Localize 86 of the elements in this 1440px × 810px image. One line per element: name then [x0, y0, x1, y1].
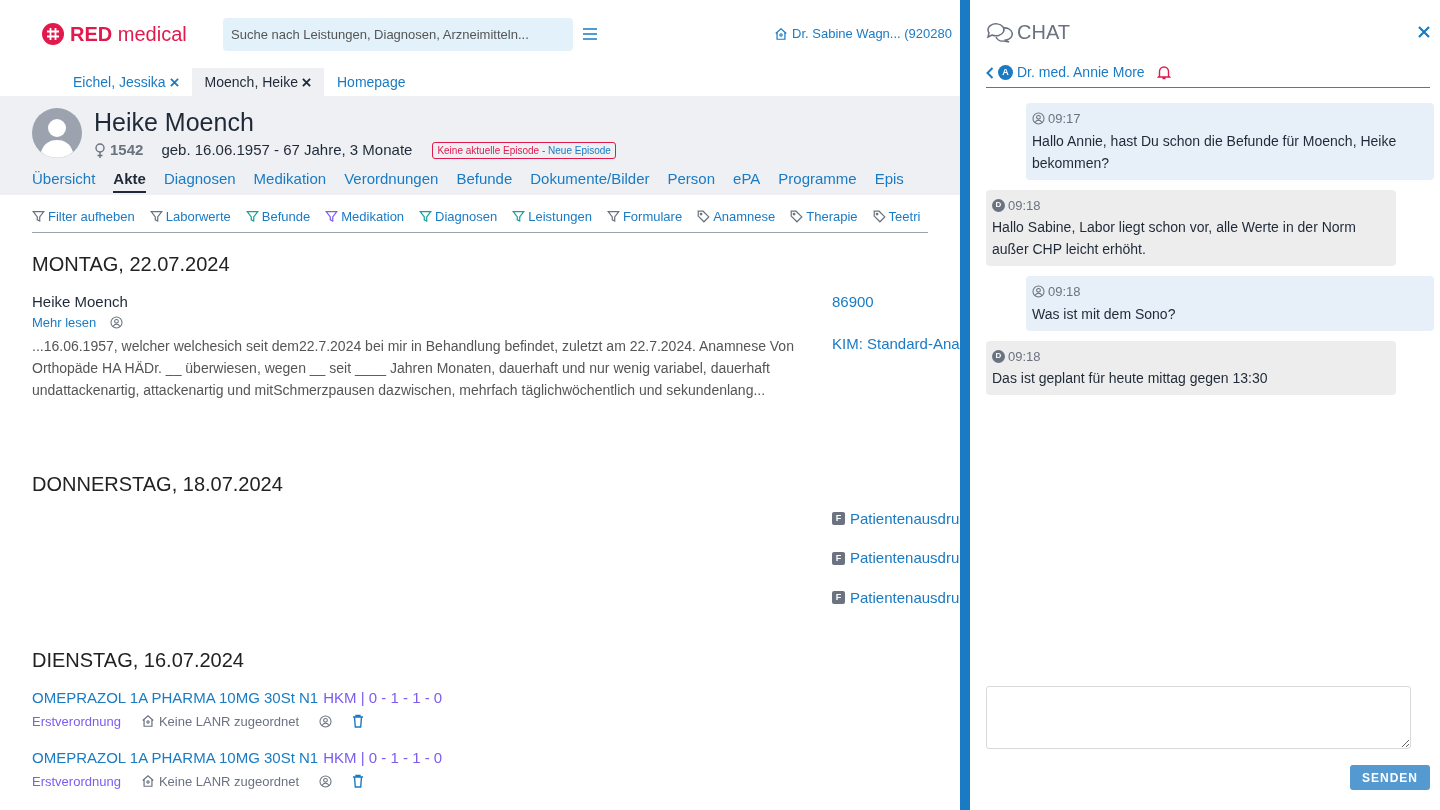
dosage-text: HKM | 0 - 1 - 1 - 0 [323, 748, 443, 768]
user-icon [110, 316, 124, 330]
filter-link[interactable]: Befunde [261, 207, 311, 227]
nav-tab[interactable]: Epis [874, 167, 904, 193]
message-time: 09:17 [1048, 110, 1081, 128]
contact-avatar: A [998, 65, 1013, 80]
lanr-text: Keine LANR zugeordnet [158, 772, 300, 791]
filter-link[interactable]: Laborwerte [165, 207, 231, 227]
nav-tab[interactable]: Person [667, 167, 716, 193]
menu-icon[interactable] [583, 28, 597, 40]
trash-icon[interactable] [352, 714, 365, 729]
patient-tab[interactable]: Eichel, Jessika [60, 68, 192, 96]
prescription-type: Erstverordnung [32, 712, 121, 731]
logo-text: RED medical [70, 22, 187, 47]
nav-tab[interactable]: Dokumente/Bilder [530, 167, 650, 193]
chat-icon [986, 21, 1013, 43]
read-more-link[interactable]: Mehr lesen [32, 313, 97, 333]
nav-tab[interactable]: Verordnungen [344, 167, 439, 193]
medication-link[interactable]: OMEPRAZOL 1A PHARMA 10MG 30St N1 [32, 687, 319, 710]
dosage-text: HKM | 0 - 1 - 1 - 0 [323, 688, 443, 708]
episode-badge[interactable]: Keine aktuelle Episode - Neue Episode [432, 141, 616, 159]
avatar-icon [32, 108, 82, 158]
message-text: Was ist mit dem Sono? [1032, 304, 1177, 324]
filter-link[interactable]: Teetri [888, 207, 921, 227]
patient-number: 1542 [110, 140, 144, 160]
day-heading: MONTAG, 22.07.2024 [32, 251, 231, 277]
contact-name[interactable]: Dr. med. Annie More [1017, 62, 1145, 83]
form-link[interactable]: Patientenausdru [850, 586, 960, 609]
message-text: Hallo Sabine, Labor liegt schon vor, alle Werte in der Norm außer CHP leicht erhöht. [992, 218, 1357, 259]
entry-text: ...16.06.1957, welcher welchesich seit dem22.7.2024 bei mir in Behandlung befindet, zuletzt am 22.7.2024. Anamnese Von Orthopäde HA HÄDr. __ überwiesen, wegen __ seit ____ Jahren Monaten, dauerhaft und nur wenig variabel, dauerhaft undattackenartig, attackenartig und mitSchmerzpausen dazwischen, mehrfach täglichwöchentlich und sekundenlang... [32, 336, 795, 400]
sender-avatar: D [992, 198, 1005, 212]
filter-link[interactable]: Anamnese [713, 207, 776, 227]
nav-tab[interactable]: Befunde [456, 167, 513, 193]
nav-tab[interactable]: Programme [778, 167, 857, 193]
prescription-type: Erstverordnung [32, 772, 121, 791]
nav-tab[interactable]: Übersicht [32, 167, 96, 193]
house-icon [140, 774, 155, 789]
sender-avatar: D [992, 349, 1005, 363]
user-icon [319, 714, 333, 728]
close-icon[interactable] [302, 77, 311, 87]
message-text: Hallo Annie, hast Du schon die Befunde für Moench, Heike bekommen? [1032, 131, 1398, 173]
user-icon [1032, 285, 1045, 299]
form-badge: F [832, 512, 845, 526]
logo-icon [42, 23, 64, 45]
filter-link[interactable]: Medikation [341, 207, 405, 227]
form-badge: F [832, 591, 845, 605]
search-field[interactable]: Suche nach Leistungen, Diagnosen, Arzneimitteln... [223, 17, 573, 51]
patient-name: Heike Moench [94, 108, 255, 136]
patient-tab[interactable]: Moench, Heike [191, 68, 324, 96]
nav-tab[interactable]: ePA [733, 167, 761, 193]
message-field[interactable] [986, 686, 1411, 749]
message-time: 09:18 [1048, 283, 1081, 301]
user-icon [1032, 112, 1045, 126]
lanr-text: Keine LANR zugeordnet [158, 712, 300, 731]
form-badge: F [832, 551, 845, 565]
form-link[interactable]: Patientenausdru [850, 547, 960, 570]
filter-link[interactable]: Leistungen [528, 207, 592, 227]
chat-title: CHAT [1017, 20, 1070, 45]
nav-tab[interactable]: Medikation [253, 167, 327, 193]
medication-link[interactable]: OMEPRAZOL 1A PHARMA 10MG 30St N1 [32, 747, 319, 770]
entry-author: Heike Moench [32, 291, 129, 312]
filter-link[interactable]: Filter aufheben [48, 207, 135, 227]
message-time: 09:18 [1008, 347, 1041, 366]
entry-link[interactable]: KIM: Standard-Ana [832, 333, 960, 356]
nav-tab[interactable]: Diagnosen [163, 167, 236, 193]
house-icon [774, 27, 789, 41]
send-button[interactable]: SENDEN [1350, 765, 1430, 790]
filter-link[interactable]: Formulare [622, 207, 683, 227]
form-link[interactable]: Patientenausdru [850, 507, 960, 530]
nav-tab[interactable]: Akte [113, 167, 146, 193]
user-link[interactable]: Dr. Sabine Wagn... (920280 [792, 24, 952, 44]
trash-icon[interactable] [352, 774, 365, 789]
house-icon [140, 714, 155, 729]
user-icon [319, 774, 333, 788]
patient-tab[interactable]: Homepage [324, 68, 419, 96]
day-heading: DONNERSTAG, 18.07.2024 [32, 471, 284, 497]
filter-link[interactable]: Therapie [806, 207, 858, 227]
message-text: Das ist geplant für heute mittag gegen 13:30 [992, 369, 1269, 388]
birth-info: geb. 16.06.1957 - 67 Jahre, 3 Monate [161, 140, 413, 160]
filter-link[interactable]: Diagnosen [435, 207, 498, 227]
back-icon[interactable] [986, 66, 994, 79]
entry-link[interactable]: 86900 [832, 290, 960, 313]
message-time: 09:18 [1008, 196, 1041, 215]
female-icon [94, 142, 106, 158]
bell-icon[interactable] [1156, 65, 1171, 80]
day-heading: DIENSTAG, 16.07.2024 [32, 648, 245, 673]
